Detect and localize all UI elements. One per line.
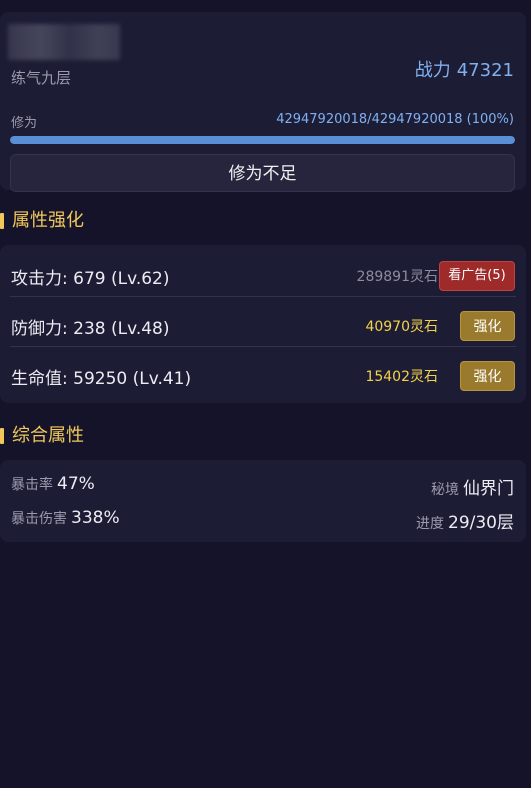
realm-progress-value: 29/30层: [448, 513, 514, 533]
cultivation-value: 42947920018/42947920018 (100%): [276, 112, 514, 127]
cultivation-label: 修为: [11, 116, 38, 131]
watch-ad-button[interactable]: 看广告(5): [439, 261, 515, 291]
cultivate-button[interactable]: 修为不足: [10, 154, 515, 192]
summary-section-title: 综合属性: [0, 424, 84, 448]
player-card: 练气九层 战力 47321 修为 42947920018/42947920018 …: [0, 12, 526, 192]
blurred-player-name: [8, 24, 120, 60]
cultivation-progress-fill: [10, 136, 515, 144]
upgrade-hp-button[interactable]: 强化: [460, 361, 515, 391]
divider: [10, 346, 516, 347]
realm-progress-label: 进度: [416, 516, 444, 532]
attribute-row-attack: 攻击力: 679 (Lv.62) 289891灵石 看广告(5): [10, 249, 516, 297]
defense-cost: 40970灵石: [365, 319, 438, 335]
defense-stat: 防御力: 238 (Lv.48): [11, 319, 170, 339]
attribute-row-hp: 生命值: 59250 (Lv.41) 15402灵石 强化: [10, 349, 516, 397]
hp-cost: 15402灵石: [365, 369, 438, 385]
cultivation-progress-bar: [10, 136, 515, 144]
crit-rate-label: 暴击率: [11, 477, 53, 493]
secret-realm-value: 仙界门: [463, 479, 514, 499]
secret-realm: 秘境 仙界门: [431, 474, 514, 499]
combat-power-value: 47321: [456, 60, 514, 81]
crit-rate-value: 47%: [57, 474, 95, 494]
realm-label: 练气九层: [11, 69, 72, 87]
attribute-section-title: 属性强化: [0, 209, 84, 233]
crit-damage: 暴击伤害 338%: [11, 508, 120, 528]
secret-realm-label: 秘境: [431, 482, 459, 498]
divider: [10, 296, 516, 297]
realm-progress: 进度 29/30层: [416, 508, 514, 533]
combat-power: 战力 47321: [415, 56, 514, 82]
attribute-row-defense: 防御力: 238 (Lv.48) 40970灵石 强化: [10, 299, 516, 347]
attack-cost: 289891灵石: [356, 269, 438, 285]
summary-card: 暴击率 47% 暴击伤害 338% 秘境 仙界门 进度 29/30层: [0, 460, 526, 542]
crit-damage-label: 暴击伤害: [11, 511, 67, 527]
attribute-card: 攻击力: 679 (Lv.62) 289891灵石 看广告(5) 防御力: 23…: [0, 245, 526, 403]
hp-stat: 生命值: 59250 (Lv.41): [11, 369, 192, 389]
crit-rate: 暴击率 47%: [11, 474, 95, 494]
attack-stat: 攻击力: 679 (Lv.62): [11, 269, 170, 289]
crit-damage-value: 338%: [71, 508, 120, 528]
upgrade-defense-button[interactable]: 强化: [460, 311, 515, 341]
combat-power-label: 战力: [414, 60, 451, 81]
